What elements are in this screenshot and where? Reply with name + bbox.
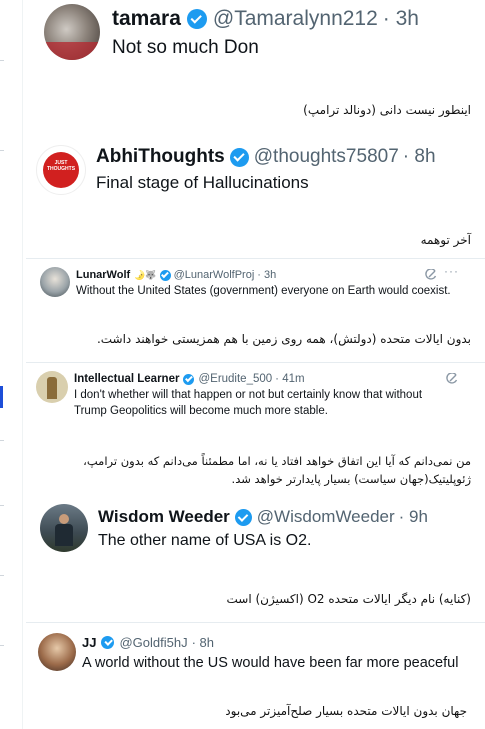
- tweet-card[interactable]: Wisdom Weeder @WisdomWeeder · 9h The oth…: [26, 498, 479, 560]
- avatar[interactable]: [38, 633, 76, 671]
- translation-text: (کنایه) نام دیگر ایالات متحده O2 (اکسیژن…: [226, 592, 472, 606]
- tweet-card[interactable]: JJ @Goldfi5hJ · 8h A world without the U…: [26, 623, 479, 681]
- post-time[interactable]: · 3h: [383, 7, 419, 31]
- author-handle[interactable]: @Erudite_500: [198, 373, 272, 385]
- sidebar-divider: [0, 440, 4, 441]
- tweet-text: Not so much Don: [112, 37, 259, 58]
- author-name[interactable]: tamara: [112, 7, 181, 31]
- post-time[interactable]: · 3h: [257, 269, 276, 281]
- grok-icon[interactable]: [446, 373, 458, 385]
- left-sidebar-edge: [0, 0, 4, 729]
- tweet-card[interactable]: JUST THOUGHTS AbhiThoughts @thoughts7580…: [26, 135, 479, 205]
- tweet-card[interactable]: LunarWolf 🌛🐺 @LunarWolfProj · 3h ··· Wit…: [26, 259, 479, 304]
- translation-text: جهان بدون ایالات متحده بسیار صلح‌آمیزتر …: [225, 704, 467, 718]
- verified-badge-icon: [229, 147, 249, 167]
- sidebar-divider: [0, 505, 4, 506]
- author-handle[interactable]: @Tamaralynn212: [213, 7, 378, 31]
- tweet-text: The other name of USA is O2.: [98, 532, 312, 549]
- author-handle[interactable]: @LunarWolfProj: [174, 269, 255, 281]
- post-time[interactable]: · 8h: [403, 146, 436, 168]
- tweet-text: Without the United States (government) e…: [76, 285, 451, 297]
- author-handle[interactable]: @thoughts75807: [254, 146, 399, 168]
- translation-text: اینطور نیست دانی (دونالد ترامپ): [303, 103, 471, 117]
- translation-text-line: من نمی‌دانم که آیا این اتفاق خواهد افتاد…: [83, 454, 471, 468]
- author-name[interactable]: JJ: [82, 635, 96, 650]
- tweet-text: Final stage of Hallucinations: [96, 173, 309, 192]
- author-handle[interactable]: @WisdomWeeder: [257, 507, 395, 527]
- tweet-text-line: Trump Geopolitics will become much more …: [74, 405, 328, 417]
- avatar[interactable]: JUST THOUGHTS: [36, 145, 86, 195]
- grok-icon[interactable]: [425, 269, 437, 281]
- tweet-card[interactable]: tamara @Tamaralynn212 · 3h Not so much D…: [26, 0, 479, 95]
- sidebar-divider: [0, 60, 4, 61]
- avatar-label: JUST THOUGHTS: [46, 160, 76, 172]
- tweet-card[interactable]: Intellectual Learner @Erudite_500 · 41m …: [26, 363, 479, 423]
- sidebar-active-indicator: [0, 386, 3, 408]
- sidebar-divider: [0, 575, 4, 576]
- translation-text: بدون ایالات متحده (دولتش)، همه روی زمین …: [96, 332, 471, 346]
- verified-badge-icon: [183, 373, 195, 385]
- tweet-text-line: I don't whether will that happen or not …: [74, 389, 423, 401]
- author-name[interactable]: Intellectual Learner: [74, 373, 179, 385]
- verified-badge-icon: [101, 635, 115, 649]
- verified-badge-icon: [159, 269, 171, 281]
- author-name[interactable]: Wisdom Weeder: [98, 507, 230, 527]
- author-name[interactable]: LunarWolf: [76, 269, 130, 281]
- timeline-border: [22, 0, 23, 729]
- tweet-text: A world without the US would have been f…: [82, 655, 459, 671]
- translation-text-line: ژئوپلیتیک(جهان سیاست) بسیار پایدارتر خوا…: [231, 472, 471, 486]
- avatar[interactable]: [36, 371, 68, 403]
- avatar[interactable]: [44, 4, 100, 60]
- sidebar-divider: [0, 645, 4, 646]
- verified-badge-icon: [186, 9, 207, 29]
- author-name[interactable]: AbhiThoughts: [96, 146, 225, 168]
- author-handle[interactable]: @Goldfi5hJ: [119, 635, 187, 650]
- verified-badge-icon: [234, 508, 252, 526]
- post-time[interactable]: · 8h: [192, 635, 214, 650]
- avatar[interactable]: [40, 504, 88, 552]
- name-emoji: 🌛🐺: [134, 269, 157, 280]
- more-options-icon[interactable]: ···: [444, 264, 459, 278]
- sidebar-divider: [0, 150, 4, 151]
- avatar[interactable]: [40, 267, 70, 297]
- translation-text: آخر توهمه: [420, 233, 471, 247]
- post-time[interactable]: · 9h: [399, 507, 428, 527]
- post-time[interactable]: · 41m: [275, 373, 304, 385]
